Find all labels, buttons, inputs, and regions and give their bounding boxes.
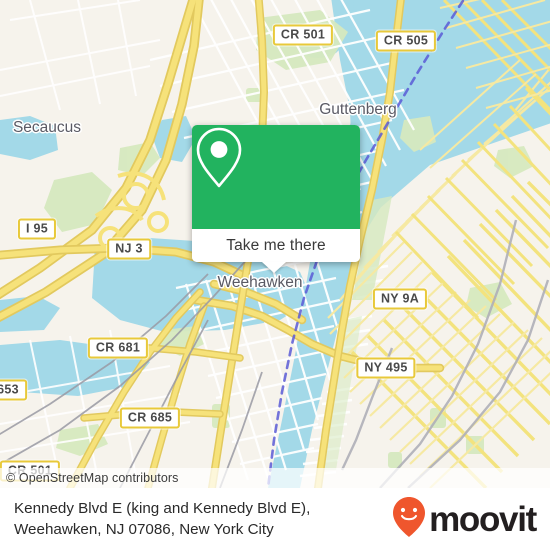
map-label-secaucus: Secaucus — [12, 119, 82, 136]
map-label-weehawken: Weehawken — [217, 274, 303, 291]
road-shield-cr-505: CR 505 — [375, 30, 437, 52]
moovit-pin-icon — [392, 496, 426, 543]
take-me-there-label: Take me there — [226, 236, 326, 254]
road-shield-ny-495: NY 495 — [356, 357, 416, 379]
moovit-logo[interactable]: moovit — [392, 496, 550, 543]
road-shield-cr-501: CR 501 — [272, 24, 334, 46]
map-share-card: Secaucus Guttenberg Weehawken CR 501 CR … — [0, 0, 550, 550]
footer-bar: Kennedy Blvd E (king and Kennedy Blvd E)… — [0, 488, 550, 550]
map-label-guttenberg: Guttenberg — [319, 101, 397, 118]
map-canvas[interactable]: Secaucus Guttenberg Weehawken CR 501 CR … — [0, 0, 550, 488]
take-me-there-button[interactable]: Take me there — [192, 229, 360, 262]
take-me-there-card[interactable]: Take me there — [192, 125, 360, 273]
card-pointer-tail — [262, 262, 286, 273]
road-shield-cr-685: CR 685 — [119, 407, 181, 429]
address-line-2: Weehawken, NJ 07086, New York City — [14, 521, 274, 538]
road-shield-nj-3: NJ 3 — [107, 238, 151, 260]
map-attribution: © OpenStreetMap contributors — [0, 468, 550, 488]
road-shield-i-95: I 95 — [17, 218, 57, 240]
road-shield-cr-681: CR 681 — [87, 337, 149, 359]
moovit-wordmark: moovit — [429, 499, 537, 539]
road-shield-cr-653: 653 — [0, 379, 27, 401]
road-shield-ny-9a: NY 9A — [372, 288, 428, 310]
card-header — [192, 125, 360, 229]
location-address: Kennedy Blvd E (king and Kennedy Blvd E)… — [0, 498, 310, 540]
address-line-1: Kennedy Blvd E (king and Kennedy Blvd E)… — [14, 500, 311, 517]
attribution-text: © OpenStreetMap contributors — [6, 471, 179, 485]
